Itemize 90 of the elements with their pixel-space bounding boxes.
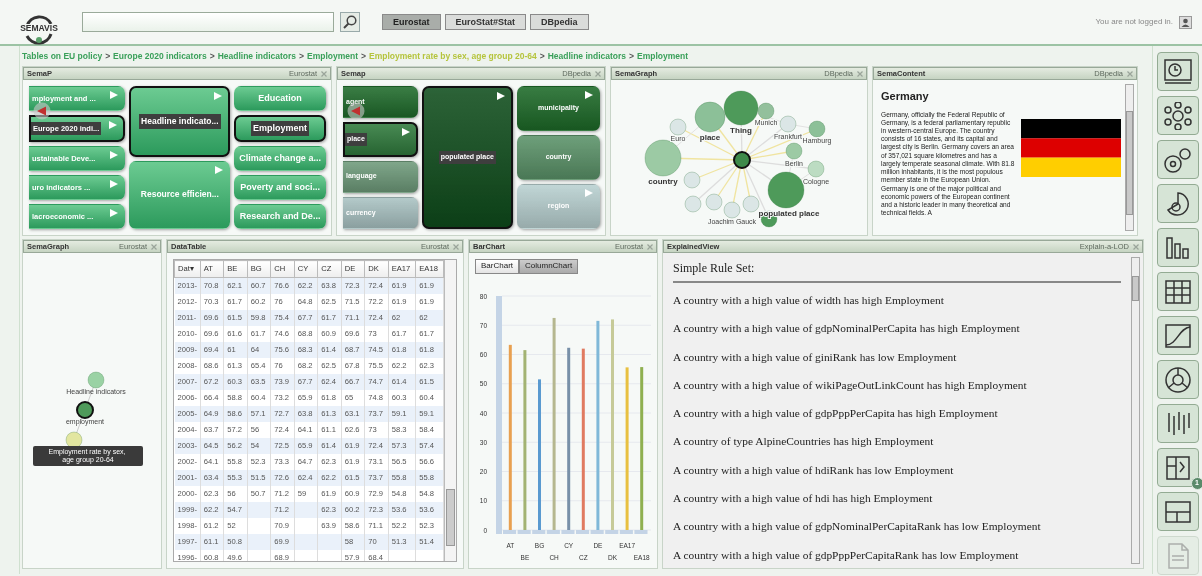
tool-button[interactable]	[1156, 184, 1199, 223]
tile-label: Headline indicato...	[139, 113, 221, 129]
tool-button[interactable]	[1156, 140, 1199, 179]
rule-text: A country with a high value of gdpNominalPerCapita has high Employment	[673, 321, 1021, 337]
graph-node[interactable]	[76, 401, 94, 419]
tool-button[interactable]	[1156, 316, 1199, 355]
tile-label: Climate change a...	[238, 151, 322, 165]
breadcrumb-separator: >	[361, 49, 366, 63]
tool-button[interactable]	[1156, 228, 1199, 267]
close-button[interactable]	[1127, 70, 1133, 77]
tile-label: Resource efficien...	[139, 188, 220, 202]
breadcrumb-separator: >	[629, 49, 635, 63]
rule-text: A country of type AlpineCountries has high Employment	[673, 434, 935, 450]
rule-text: A country with a high value of gdpNominalPerCapitaRank has low Employment	[673, 519, 1042, 535]
chart-type-tab[interactable]: ColumnChart	[519, 259, 579, 274]
tile-label: Employment	[251, 120, 310, 137]
graph-node[interactable]	[733, 151, 751, 169]
login-status: You are not logged in.	[1095, 16, 1173, 28]
close-button[interactable]	[321, 70, 327, 77]
close-icon	[151, 243, 157, 250]
rule-text: A country with a high value of gdpPppPerCapita has high Employment	[673, 406, 999, 422]
rule-text: A country with a high value of gdpPppPerCapitaRank has low Employment	[673, 547, 1020, 563]
play-icon[interactable]	[585, 91, 593, 99]
network-icon	[1162, 101, 1193, 130]
tool-button[interactable]	[1156, 492, 1199, 531]
tile-label: Education	[257, 91, 303, 105]
user-icon	[1179, 15, 1192, 29]
tile-label: Research and De...	[238, 209, 322, 223]
source-button[interactable]: EuroStat#Stat	[444, 13, 527, 31]
bar[interactable]	[508, 344, 512, 530]
tool-button[interactable]	[1156, 360, 1199, 399]
close-icon	[857, 70, 863, 77]
rule-text: A country with a high value of width has high Employment	[673, 293, 945, 308]
bar[interactable]	[567, 347, 571, 530]
node-label: Thing	[730, 126, 752, 135]
logo-text: SEMAVIS	[19, 23, 59, 33]
content-title: Germany	[881, 89, 930, 104]
close-button[interactable]	[1133, 243, 1139, 250]
bar[interactable]	[523, 349, 527, 530]
search-field[interactable]	[82, 12, 334, 32]
tool-button[interactable]	[1156, 52, 1199, 91]
breadcrumb-separator: >	[105, 49, 111, 63]
table-icon	[1162, 277, 1193, 306]
close-icon	[1133, 243, 1139, 250]
bar[interactable]	[640, 366, 644, 530]
bar[interactable]	[625, 367, 629, 530]
close-icon	[1127, 70, 1133, 77]
tile-label: Poverty and soci...	[239, 180, 321, 194]
search-button[interactable]	[340, 12, 360, 32]
tool-button[interactable]	[1156, 404, 1199, 443]
rule-text: A country with a high value of hdiRank has low Employment	[673, 462, 955, 478]
bar[interactable]	[596, 320, 600, 530]
close-button[interactable]	[151, 243, 157, 250]
node-label: place	[699, 133, 721, 142]
scrollbar[interactable]	[1131, 257, 1140, 564]
rule-set-heading: Simple Rule Set:	[673, 260, 756, 277]
bar[interactable]	[552, 317, 556, 530]
rule-text: A country with a high value of giniRank has low Employment	[673, 349, 958, 365]
chart-type-tab[interactable]: BarChart	[475, 259, 519, 274]
play-icon[interactable]	[497, 92, 505, 100]
treemap-tile[interactable]: Employment	[234, 115, 326, 142]
source-button[interactable]: DBpedia	[530, 13, 589, 31]
source-button[interactable]: Eurostat	[382, 13, 441, 31]
close-icon	[321, 70, 327, 77]
scrollbar[interactable]	[444, 260, 456, 561]
line-chart-icon	[1162, 321, 1193, 350]
breadcrumb-separator: >	[539, 49, 545, 63]
rule-text: A country with a high value of hdi has high Employment	[673, 491, 934, 507]
rule-text: A country with a high value of wikiPageOutLinkCount has high Employment	[673, 377, 1028, 393]
node-label: country	[648, 177, 678, 186]
donut-chart-icon	[1162, 365, 1193, 394]
circles-icon	[1162, 145, 1193, 174]
close-button[interactable]	[857, 70, 863, 77]
tool-button[interactable]	[1156, 272, 1199, 311]
close-button[interactable]	[595, 70, 601, 77]
treemap-tile[interactable]: Headline indicato...	[129, 86, 231, 157]
login-button[interactable]	[1179, 15, 1192, 29]
close-icon	[453, 243, 459, 250]
close-icon	[647, 243, 653, 250]
breadcrumb-separator: >	[299, 49, 304, 63]
tool-button[interactable]	[1156, 96, 1199, 135]
map-clock-icon	[1162, 57, 1193, 86]
close-button[interactable]	[647, 243, 653, 250]
close-button[interactable]	[453, 243, 459, 250]
scrollbar[interactable]	[1125, 84, 1134, 231]
search-icon	[343, 15, 357, 29]
close-icon	[595, 70, 601, 77]
breadcrumb-separator: >	[209, 49, 215, 63]
bar[interactable]	[581, 348, 585, 530]
play-icon[interactable]	[401, 128, 410, 137]
